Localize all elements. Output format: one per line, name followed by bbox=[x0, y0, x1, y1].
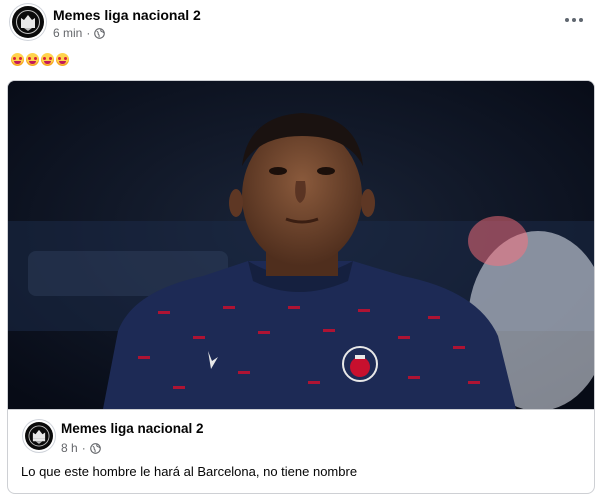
meta-separator: · bbox=[81, 441, 86, 455]
page-logo-icon bbox=[13, 7, 43, 37]
shared-post-timestamp[interactable]: 8 h bbox=[61, 441, 78, 455]
shared-photo[interactable] bbox=[8, 81, 594, 409]
globe-icon[interactable] bbox=[94, 27, 106, 39]
post-timestamp[interactable]: 6 min bbox=[53, 26, 82, 40]
shared-post-meta: 8 h · bbox=[61, 441, 101, 455]
clown-face-emoji bbox=[11, 53, 24, 66]
page-logo-icon bbox=[25, 422, 53, 450]
clown-face-emoji bbox=[56, 53, 69, 66]
more-dot bbox=[572, 18, 576, 22]
more-options-icon[interactable] bbox=[562, 10, 586, 30]
more-dot bbox=[579, 18, 583, 22]
meta-separator: · bbox=[86, 26, 91, 40]
page-name[interactable]: Memes liga nacional 2 bbox=[53, 7, 201, 23]
shared-post-caption: Lo que este hombre le hará al Barcelona,… bbox=[21, 464, 358, 479]
player-photo-illustration bbox=[8, 81, 594, 409]
facebook-post: Memes liga nacional 2 6 min · Memes liga… bbox=[0, 0, 604, 498]
page-avatar[interactable] bbox=[12, 6, 44, 38]
clown-face-emoji bbox=[26, 53, 39, 66]
shared-page-avatar[interactable] bbox=[25, 422, 53, 450]
more-dot bbox=[565, 18, 569, 22]
globe-icon[interactable] bbox=[89, 442, 101, 454]
post-meta: 6 min · bbox=[53, 26, 106, 40]
post-text-emojis bbox=[11, 53, 69, 66]
shared-page-name[interactable]: Memes liga nacional 2 bbox=[61, 421, 204, 436]
clown-face-emoji bbox=[41, 53, 54, 66]
